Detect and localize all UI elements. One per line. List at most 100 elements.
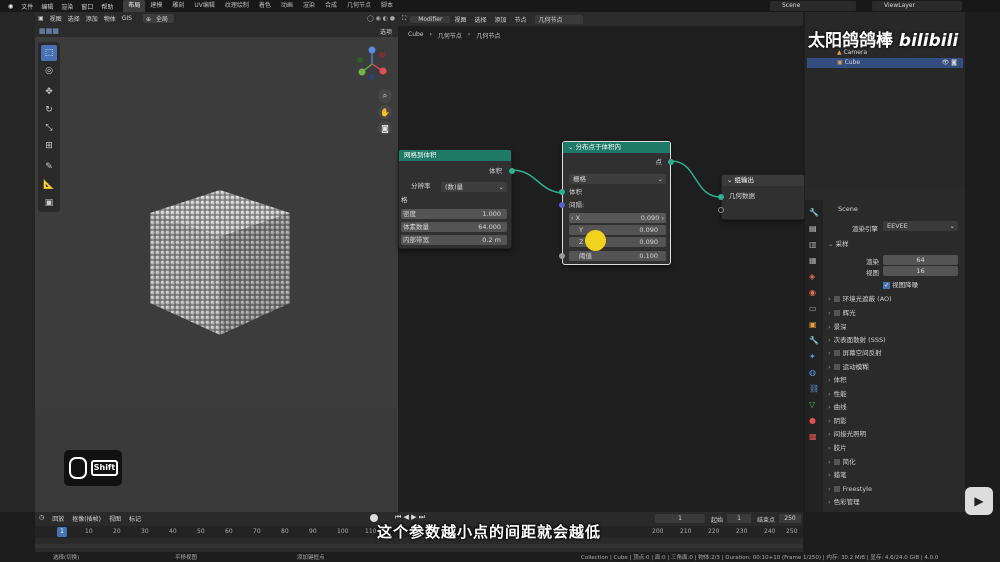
timeline-menu-playback[interactable]: 回放	[52, 514, 64, 523]
panel-dof[interactable]: › 景深	[828, 321, 958, 334]
panel-motion-blur[interactable]: › 运动模糊	[828, 361, 958, 374]
camera-view-icon[interactable]: ◙	[378, 121, 392, 135]
interior-band-field[interactable]: 内部带宽 0.2 m	[401, 235, 507, 245]
view-layer-selector[interactable]: ViewLayer	[872, 1, 962, 11]
collapse-icon[interactable]: ⌄	[727, 176, 735, 184]
viewport-menu-select[interactable]: 选择	[65, 14, 83, 23]
play-icon[interactable]: ▶	[965, 487, 993, 515]
world-tab-icon[interactable]: ◉	[809, 288, 816, 297]
object-tab-icon[interactable]: ▣	[809, 320, 817, 329]
resolution-dropdown[interactable]: (数)量 ⌄	[441, 182, 507, 192]
annotate-icon[interactable]: ✎	[41, 159, 57, 175]
menu-window[interactable]: 窗口	[77, 2, 97, 11]
node-menu-select[interactable]: 选择	[470, 15, 490, 24]
viewport-options[interactable]: 选项	[380, 27, 392, 36]
panel-ssr[interactable]: › 屏幕空间反射	[828, 347, 958, 360]
denoise-checkbox[interactable]: ✓ 视图降噪	[883, 279, 918, 289]
node-menu-add[interactable]: 添加	[491, 15, 511, 24]
tab-compositing[interactable]: 合成	[320, 0, 342, 12]
empty-socket[interactable]	[718, 207, 724, 213]
panel-simplify[interactable]: › 简化	[828, 456, 958, 469]
tab-layout[interactable]: 布局	[123, 0, 146, 12]
node-title[interactable]: 网格到体积	[399, 150, 511, 161]
end-frame-field[interactable]: 250	[779, 514, 801, 523]
threshold-field[interactable]: 阈值 0.100	[569, 251, 666, 261]
sampling-panel-header[interactable]: ⌄ 采样	[828, 238, 849, 248]
node-menu-view[interactable]: 视图	[450, 15, 470, 24]
point-cube-object[interactable]	[140, 185, 300, 340]
viewport-mode-icon[interactable]: ▣	[35, 15, 47, 22]
tab-animation[interactable]: 动画	[276, 0, 298, 12]
panel-sss[interactable]: › 次表面散射 (SSS)	[828, 334, 958, 347]
viewport-menu-add[interactable]: 添加	[83, 14, 101, 23]
spacing-x-field[interactable]: ‹ X 0.090 ›	[569, 213, 666, 223]
particles-tab-icon[interactable]: ✦	[809, 352, 816, 361]
panel-film[interactable]: › 胶片	[828, 442, 958, 455]
tab-scripting[interactable]: 脚本	[376, 0, 398, 12]
view-layer-tab-icon[interactable]: ▦	[809, 256, 817, 265]
menu-render[interactable]: 渲染	[57, 2, 77, 11]
data-tab-icon[interactable]: ▽	[809, 400, 815, 409]
render-tab-icon[interactable]: ▤	[809, 224, 817, 233]
panel-color-management[interactable]: › 色彩管理	[828, 496, 958, 509]
menu-file[interactable]: 文件	[17, 2, 37, 11]
panel-volumetrics[interactable]: › 体积	[828, 374, 958, 387]
node-menu-node[interactable]: 节点	[511, 15, 531, 24]
panel-shadows[interactable]: › 阴影	[828, 415, 958, 428]
transform-icon[interactable]: ⊞	[41, 138, 57, 154]
node-editor-type-icon[interactable]: ⛶	[398, 15, 410, 23]
timeline-type-icon[interactable]: ◷	[39, 514, 44, 523]
select-box-icon[interactable]: ⬚	[41, 45, 57, 61]
modifier-tab-icon[interactable]: 🔧	[809, 336, 819, 345]
node-title[interactable]: ⌄ 分布点于体积内	[563, 142, 670, 153]
voxel-amount-field[interactable]: 体素数量 64.000	[401, 222, 507, 232]
density-field[interactable]: 密度 1.000	[401, 209, 507, 219]
spacing-z-field[interactable]: Z 0.090	[569, 237, 666, 247]
visibility-icon[interactable]: 👁 ◙	[942, 58, 963, 68]
tab-modeling[interactable]: 建模	[145, 0, 167, 12]
render-samples-field[interactable]: 64	[883, 255, 958, 265]
menu-edit[interactable]: 编辑	[37, 2, 57, 11]
output-tab-icon[interactable]: ▥	[809, 240, 817, 249]
tab-rendering[interactable]: 渲染	[298, 0, 320, 12]
editor-type-dropdown[interactable]: Modifier	[410, 15, 451, 23]
panel-ao[interactable]: › 环境光遮蔽 (AO)	[828, 293, 958, 306]
tab-uv-editing[interactable]: UV编辑	[189, 0, 220, 12]
navigation-gizmo[interactable]	[352, 44, 392, 84]
tab-sculpting[interactable]: 雕刻	[167, 0, 189, 12]
start-frame-field[interactable]: 1	[727, 514, 751, 523]
collapse-icon[interactable]: ⌄	[568, 143, 576, 151]
outliner-item-cube[interactable]: ▣ Cube 👁 ◙	[807, 58, 963, 68]
pan-hand-icon[interactable]: ✋	[378, 105, 392, 119]
output-socket[interactable]	[509, 168, 515, 174]
panel-grease-pencil[interactable]: › 蜡笔	[828, 469, 958, 482]
node-group-output[interactable]: ⌄ 组输出 几何数据	[718, 174, 805, 220]
mode-dropdown[interactable]: 栅格 ⌄	[569, 174, 666, 184]
cursor-icon[interactable]: ◎	[41, 63, 57, 79]
zoom-icon[interactable]: ⌕	[378, 89, 392, 103]
timeline-menu-view[interactable]: 视图	[109, 514, 121, 523]
scene-selector[interactable]: Scene	[770, 1, 856, 11]
node-mesh-to-volume[interactable]: 网格到体积 体积 分辨率 (数)量 ⌄ 格 密度 1.000 体素数量 64.000 …	[398, 149, 515, 249]
input-geometry-socket[interactable]	[718, 194, 724, 200]
viewport-menu-view[interactable]: 视图	[47, 14, 65, 23]
texture-tab-icon[interactable]: ▩	[809, 432, 817, 441]
timeline-scrollbar[interactable]	[35, 544, 803, 548]
panel-bloom[interactable]: › 辉光	[828, 307, 958, 320]
shading-mode-icons[interactable]: ◯ ◉ ◐ ●	[364, 15, 398, 22]
node-tree-selector[interactable]: 几何节点	[534, 14, 583, 24]
viewport-menu-object[interactable]: 物体	[101, 14, 119, 23]
tool-tab-icon[interactable]: 🔧	[809, 208, 819, 217]
panel-indirect-lighting[interactable]: › 间接光照明	[828, 428, 958, 441]
blender-logo-icon[interactable]: ◉	[4, 3, 17, 10]
node-title[interactable]: ⌄ 组输出	[722, 175, 804, 186]
output-socket[interactable]	[668, 159, 674, 165]
tab-shading[interactable]: 着色	[254, 0, 276, 12]
viewport-samples-field[interactable]: 16	[883, 266, 958, 276]
timeline-menu-marker[interactable]: 标记	[129, 514, 141, 523]
timeline-menu-keying[interactable]: 抠像(插帧)	[72, 514, 101, 523]
spacing-y-field[interactable]: Y 0.090	[569, 225, 666, 235]
input-spacing-socket[interactable]	[559, 202, 565, 208]
playhead[interactable]: 1	[57, 527, 67, 537]
measure-icon[interactable]: 📐	[41, 177, 57, 193]
